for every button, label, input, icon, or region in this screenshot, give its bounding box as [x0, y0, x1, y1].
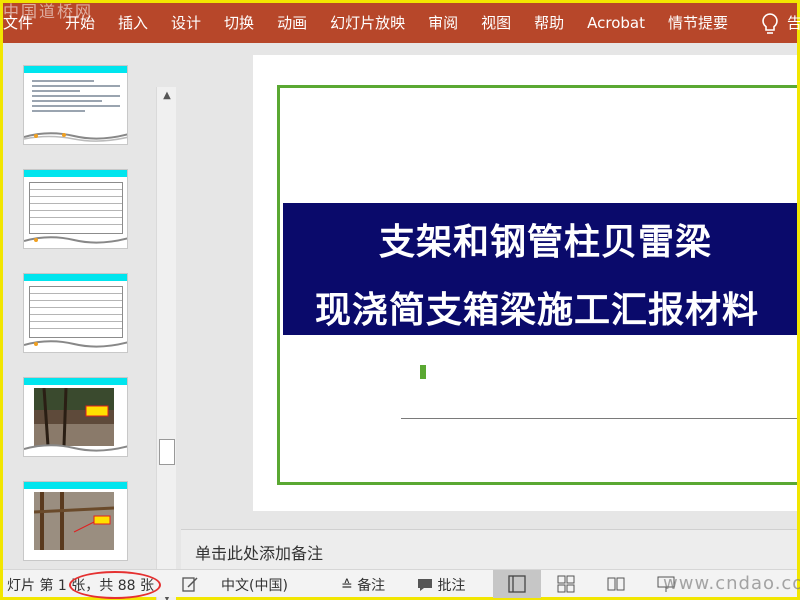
slide-thumbnail[interactable]	[23, 481, 128, 561]
notes-button[interactable]: ≙ 备注	[341, 575, 385, 595]
tell-me-search[interactable]: 告	[787, 3, 800, 43]
tab-home[interactable]: 开始	[65, 3, 95, 43]
tab-transitions[interactable]: 切换	[224, 3, 254, 43]
ribbon-tabs: 开始 插入 设计 切换 动画 幻灯片放映 审阅 视图 帮助 Acrobat 情节…	[65, 3, 751, 43]
slide-canvas[interactable]: 支架和钢管柱贝雷梁 现浇简支箱梁施工汇报材料	[253, 55, 797, 511]
tab-acrobat[interactable]: Acrobat	[587, 3, 645, 43]
thumbnail-wave	[24, 132, 127, 142]
tab-animations[interactable]: 动画	[277, 3, 307, 43]
comments-button[interactable]: 批注	[417, 575, 465, 595]
slide-title-line2[interactable]: 现浇简支箱梁施工汇报材料	[315, 281, 759, 333]
thumbnail-header-bar	[24, 170, 127, 177]
scroll-up-icon[interactable]: ▲	[157, 87, 177, 105]
slide-thumbnail[interactable]	[23, 169, 128, 249]
tab-view[interactable]: 视图	[481, 3, 511, 43]
thumbnail-header-bar	[24, 66, 127, 73]
lightbulb-icon[interactable]	[760, 12, 780, 36]
tab-slideshow[interactable]: 幻灯片放映	[330, 3, 405, 43]
tab-insert[interactable]: 插入	[118, 3, 148, 43]
green-marker	[420, 365, 426, 379]
thumbnail-table	[29, 286, 123, 338]
slide-title-line1[interactable]: 支架和钢管柱贝雷梁	[379, 213, 712, 265]
notes-placeholder[interactable]: 单击此处添加备注	[195, 540, 323, 564]
thumbnail-text-lines	[32, 80, 120, 115]
reading-view-icon[interactable]	[607, 575, 625, 593]
scrollbar-thumb[interactable]	[159, 439, 175, 465]
thumbnail-header-bar	[24, 482, 127, 489]
slide-divider-line	[401, 418, 797, 419]
slide-thumbnail[interactable]	[23, 377, 128, 457]
thumbnail-wave	[24, 444, 127, 452]
tab-design[interactable]: 设计	[171, 3, 201, 43]
comments-button-label: 批注	[437, 578, 466, 594]
thumbnail-header-bar	[24, 274, 127, 281]
notes-pane[interactable]: 单击此处添加备注	[181, 529, 797, 569]
comment-icon	[418, 579, 432, 591]
status-bar: 灯片 第 1 张，共 88 张 中文(中国) ≙ 备注 批注 www.cndao…	[3, 569, 800, 599]
normal-view-button[interactable]	[493, 570, 541, 598]
highlight-ellipse	[69, 571, 161, 599]
thumbnail-table	[29, 182, 123, 234]
construction-photo	[34, 388, 114, 446]
ribbon-tab-bar: 中国道桥网 文件 开始 插入 设计 切换 动画 幻灯片放映 审阅 视图 帮助 A…	[3, 2, 800, 43]
language-indicator[interactable]: 中文(中国)	[221, 575, 288, 595]
site-watermark-bottom: www.cndao.com	[663, 573, 800, 594]
thumbnail-wave	[24, 340, 127, 348]
tab-file[interactable]: 文件	[3, 3, 33, 43]
slide-thumbnail[interactable]	[23, 273, 128, 353]
tab-storyboard[interactable]: 情节提要	[668, 3, 728, 43]
title-band[interactable]: 支架和钢管柱贝雷梁 现浇简支箱梁施工汇报材料	[283, 203, 797, 335]
slide-sorter-icon[interactable]	[557, 575, 575, 593]
formwork-photo	[34, 492, 114, 550]
tab-review[interactable]: 审阅	[428, 3, 458, 43]
tab-help[interactable]: 帮助	[534, 3, 564, 43]
thumbnail-header-bar	[24, 378, 127, 385]
normal-view-icon	[508, 575, 526, 593]
slide-thumbnail-pane: ▲ ▼	[3, 43, 181, 600]
slide-thumbnail[interactable]	[23, 65, 128, 145]
notes-icon: ≙	[341, 578, 353, 594]
notes-edit-icon[interactable]	[181, 575, 199, 593]
thumbnail-scrollbar[interactable]: ▲ ▼	[156, 87, 176, 600]
thumbnail-wave	[24, 236, 127, 244]
slideshow-icon[interactable]	[657, 575, 675, 593]
notes-button-label: 备注	[357, 578, 386, 594]
